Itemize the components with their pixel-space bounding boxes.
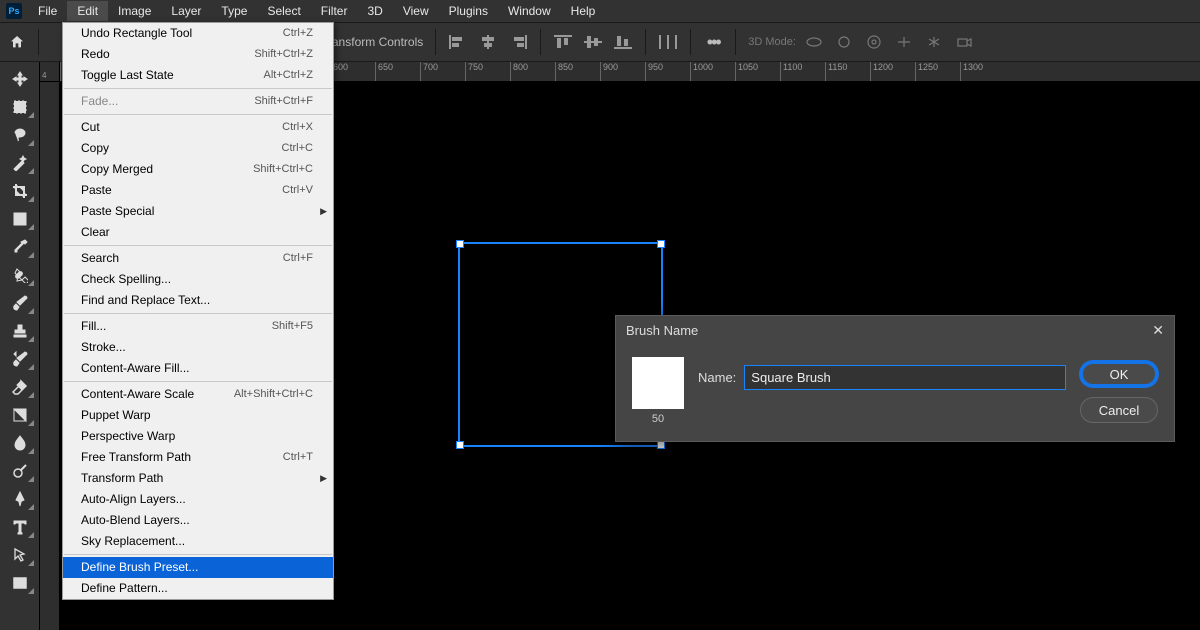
- align-group-v: [553, 32, 633, 52]
- brush-name-input[interactable]: [744, 365, 1066, 390]
- ok-button[interactable]: OK: [1080, 361, 1158, 387]
- menu-item-find-and-replace-text[interactable]: Find and Replace Text...: [63, 290, 333, 311]
- tool-gradient[interactable]: [4, 402, 36, 428]
- menu-window[interactable]: Window: [498, 1, 561, 21]
- tool-rectangle[interactable]: [4, 570, 36, 596]
- mode3d-icons: [804, 32, 974, 52]
- tool-wand[interactable]: [4, 150, 36, 176]
- cancel-button[interactable]: Cancel: [1080, 397, 1158, 423]
- menu-filter[interactable]: Filter: [311, 1, 358, 21]
- brush-name-dialog: Brush Name ✕ 50 Name: OK Cancel: [615, 315, 1175, 442]
- tool-brush[interactable]: [4, 290, 36, 316]
- tool-lasso[interactable]: [4, 122, 36, 148]
- tool-frame[interactable]: [4, 206, 36, 232]
- menu-layer[interactable]: Layer: [161, 1, 211, 21]
- align-group-h: [448, 32, 528, 52]
- transform-controls-label: Transform Controls: [321, 35, 423, 49]
- menu-select[interactable]: Select: [257, 1, 310, 21]
- align-center-h-icon[interactable]: [478, 32, 498, 52]
- tool-history-brush[interactable]: [4, 346, 36, 372]
- menu-item-stroke[interactable]: Stroke...: [63, 337, 333, 358]
- handle-tl[interactable]: [456, 240, 464, 248]
- align-top-icon[interactable]: [553, 32, 573, 52]
- menu-item-clear[interactable]: Clear: [63, 222, 333, 243]
- align-right-icon[interactable]: [508, 32, 528, 52]
- tool-stamp[interactable]: [4, 318, 36, 344]
- tool-type[interactable]: [4, 514, 36, 540]
- menu-item-auto-align-layers[interactable]: Auto-Align Layers...: [63, 489, 333, 510]
- home-icon[interactable]: [8, 34, 26, 50]
- menu-plugins[interactable]: Plugins: [439, 1, 498, 21]
- menu-item-copy-merged[interactable]: Copy MergedShift+Ctrl+C: [63, 159, 333, 180]
- menubar: Ps FileEditImageLayerTypeSelectFilter3DV…: [0, 0, 1200, 22]
- handle-tr[interactable]: [657, 240, 665, 248]
- menu-item-copy[interactable]: CopyCtrl+C: [63, 138, 333, 159]
- menu-item-puppet-warp[interactable]: Puppet Warp: [63, 405, 333, 426]
- menu-item-paste-special[interactable]: Paste Special▶: [63, 201, 333, 222]
- mode3d-label: 3D Mode:: [748, 36, 796, 48]
- distribute-icon[interactable]: [658, 32, 678, 52]
- tool-eraser[interactable]: [4, 374, 36, 400]
- menu-file[interactable]: File: [28, 1, 67, 21]
- orbit3d-icon[interactable]: [804, 32, 824, 52]
- menu-item-fade: Fade...Shift+Ctrl+F: [63, 91, 333, 112]
- menu-item-cut[interactable]: CutCtrl+X: [63, 117, 333, 138]
- menu-item-fill[interactable]: Fill...Shift+F5: [63, 316, 333, 337]
- menu-item-define-pattern[interactable]: Define Pattern...: [63, 578, 333, 599]
- menu-image[interactable]: Image: [108, 1, 161, 21]
- brush-preview-size: 50: [652, 413, 664, 425]
- edit-menu-dropdown: Undo Rectangle ToolCtrl+ZRedoShift+Ctrl+…: [62, 22, 334, 600]
- menu-item-free-transform-path[interactable]: Free Transform PathCtrl+T: [63, 447, 333, 468]
- pan3d-icon[interactable]: [864, 32, 884, 52]
- menu-item-perspective-warp[interactable]: Perspective Warp: [63, 426, 333, 447]
- name-label: Name:: [698, 370, 736, 385]
- tool-dodge[interactable]: [4, 458, 36, 484]
- dialog-title-text: Brush Name: [626, 323, 698, 338]
- align-left-icon[interactable]: [448, 32, 468, 52]
- tool-marquee[interactable]: [4, 94, 36, 120]
- more-options-icon[interactable]: •••: [703, 32, 723, 52]
- close-icon[interactable]: ✕: [1152, 322, 1164, 339]
- menu-item-transform-path[interactable]: Transform Path▶: [63, 468, 333, 489]
- menu-item-redo[interactable]: RedoShift+Ctrl+Z: [63, 44, 333, 65]
- ruler-vertical: [40, 82, 60, 630]
- menu-item-paste[interactable]: PasteCtrl+V: [63, 180, 333, 201]
- tool-path-select[interactable]: [4, 542, 36, 568]
- align-bottom-icon[interactable]: [613, 32, 633, 52]
- tool-move[interactable]: [4, 66, 36, 92]
- handle-br[interactable]: [657, 441, 665, 449]
- menu-type[interactable]: Type: [211, 1, 257, 21]
- menu-item-content-aware-scale[interactable]: Content-Aware ScaleAlt+Shift+Ctrl+C: [63, 384, 333, 405]
- roll3d-icon[interactable]: [834, 32, 854, 52]
- tool-pen[interactable]: [4, 486, 36, 512]
- menu-edit[interactable]: Edit: [67, 1, 108, 21]
- tool-healing[interactable]: [4, 262, 36, 288]
- menu-item-undo-rectangle-tool[interactable]: Undo Rectangle ToolCtrl+Z: [63, 23, 333, 44]
- menu-3d[interactable]: 3D: [357, 1, 392, 21]
- app-icon: Ps: [6, 3, 22, 19]
- menu-item-sky-replacement[interactable]: Sky Replacement...: [63, 531, 333, 552]
- tool-crop[interactable]: [4, 178, 36, 204]
- menu-item-toggle-last-state[interactable]: Toggle Last StateAlt+Ctrl+Z: [63, 65, 333, 86]
- tool-eyedropper[interactable]: [4, 234, 36, 260]
- align-middle-icon[interactable]: [583, 32, 603, 52]
- menu-item-check-spelling[interactable]: Check Spelling...: [63, 269, 333, 290]
- tools-panel: [0, 62, 40, 630]
- menu-item-search[interactable]: SearchCtrl+F: [63, 248, 333, 269]
- handle-bl[interactable]: [456, 441, 464, 449]
- ruler-corner: 4: [40, 62, 60, 82]
- menu-view[interactable]: View: [393, 1, 439, 21]
- slide3d-icon[interactable]: [894, 32, 914, 52]
- camera3d-icon[interactable]: [954, 32, 974, 52]
- menu-help[interactable]: Help: [561, 1, 606, 21]
- tool-blur[interactable]: [4, 430, 36, 456]
- menu-item-content-aware-fill[interactable]: Content-Aware Fill...: [63, 358, 333, 379]
- menu-item-define-brush-preset[interactable]: Define Brush Preset...: [63, 557, 333, 578]
- brush-preview-swatch: [632, 357, 684, 409]
- menu-item-auto-blend-layers[interactable]: Auto-Blend Layers...: [63, 510, 333, 531]
- zoom3d-icon[interactable]: [924, 32, 944, 52]
